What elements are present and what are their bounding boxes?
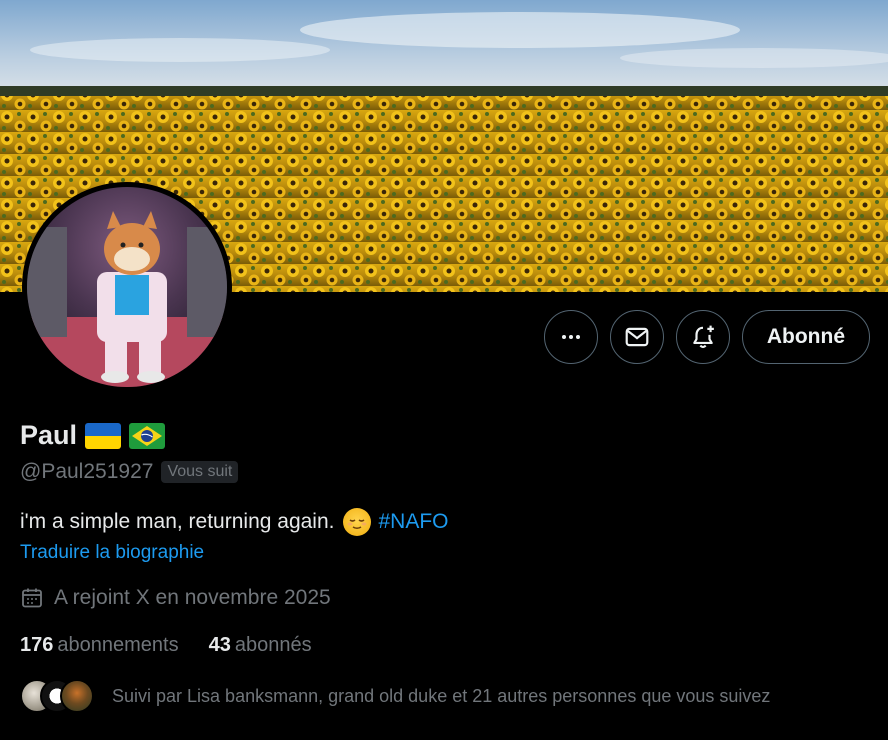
calendar-icon [22,588,42,608]
profile-avatar[interactable] [22,182,232,392]
bell-plus-icon [693,325,714,349]
profile-actions: Abonné [543,310,870,364]
ukraine-flag-icon [85,422,122,449]
following-label: abonnements [57,634,179,656]
following-button[interactable]: Abonné [741,310,870,364]
more-button[interactable] [543,310,598,364]
following-link[interactable]: 176 abonnements [20,634,179,657]
followed-by-text: Suivi par Lisa banksmann, grand old duke… [112,685,771,706]
mutual-avatars [20,678,94,714]
notifications-button[interactable] [675,310,730,364]
user-handle: @Paul251927 [20,460,154,483]
relieved-face-emoji-icon [342,508,371,536]
joined-date: A rejoint X en novembre 2025 [54,586,331,609]
joined-date-row: A rejoint X en novembre 2025 [20,586,331,610]
translate-bio-link[interactable]: Traduire la biographie [20,542,204,564]
follow-stats: 176 abonnements 43 abonnés [20,634,312,657]
hashtag-link[interactable]: #NAFO [379,510,449,534]
brazil-flag-icon [129,422,166,449]
followed-by-row[interactable]: Suivi par Lisa banksmann, grand old duke… [20,678,770,714]
bio-text: i'm a simple man, returning again. [20,510,335,533]
message-button[interactable] [609,310,664,364]
envelope-icon [625,327,649,347]
mutual-avatar [60,679,94,713]
handle-row: @Paul251927 Vous suit [20,460,239,484]
name-row: Paul [20,420,166,451]
follows-you-badge: Vous suit [161,461,239,483]
avatar-image [27,187,227,387]
following-count: 176 [20,634,54,656]
followers-link[interactable]: 43 abonnés [209,634,312,657]
profile-bio: i'm a simple man, returning again. #NAFO [20,508,449,536]
display-name: Paul [20,420,78,450]
followers-count: 43 [208,634,231,656]
followers-label: abonnés [234,634,312,656]
doge-dancer-image [27,211,227,387]
more-horizontal-icon [561,335,580,339]
